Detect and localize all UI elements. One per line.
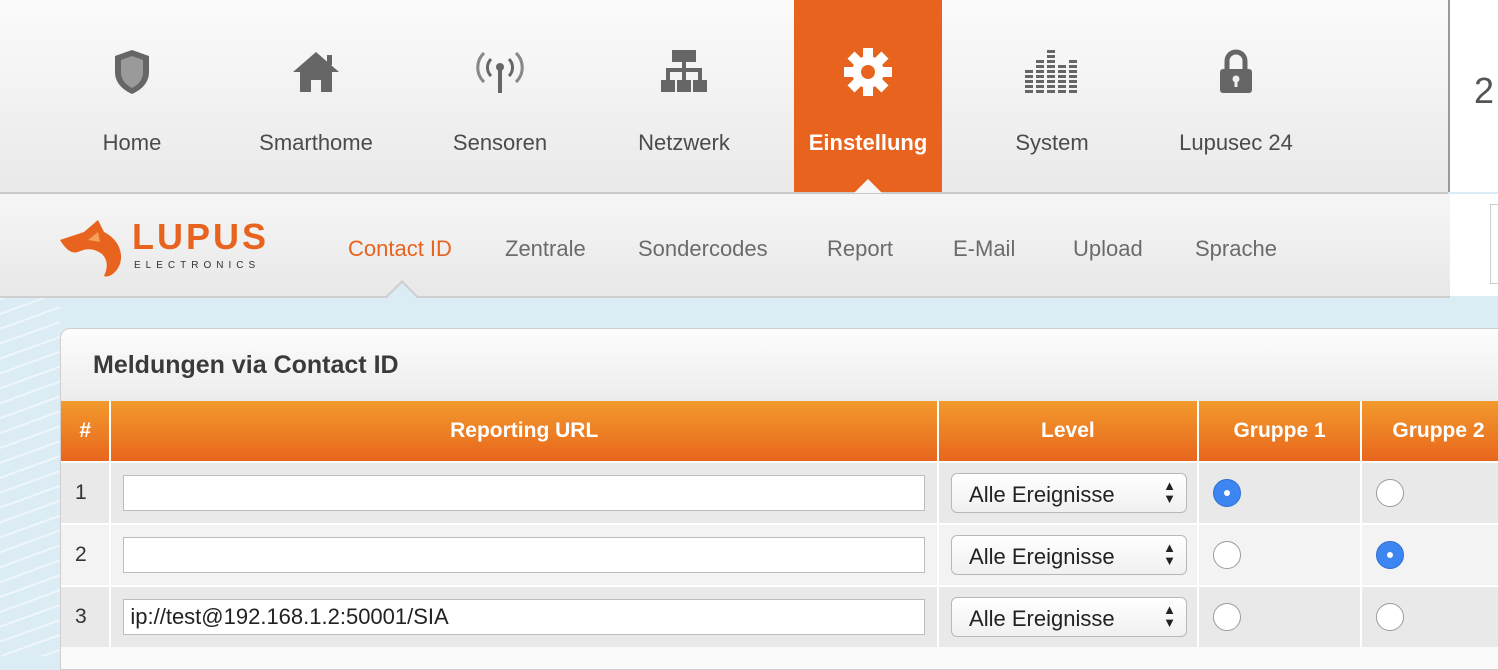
level-cell: Alle Ereignisse ▲ ▼ <box>938 585 1199 647</box>
table-row: 1 Alle Ereignisse ▲ ▼ <box>61 461 1498 524</box>
nav-label-sensoren: Sensoren <box>452 130 548 155</box>
nav-label-system: System <box>1015 130 1089 155</box>
nav-item-smarthome[interactable]: Smarthome <box>242 0 390 192</box>
subnav-contact-id[interactable]: Contact ID <box>348 236 452 262</box>
nav-item-netzwerk[interactable]: Netzwerk <box>610 0 758 192</box>
level-cell: Alle Ereignisse ▲ ▼ <box>938 523 1199 586</box>
column-header-number: # <box>61 401 112 462</box>
nav-label-einstellung: Einstellung <box>808 130 928 155</box>
main-navigation: Home Smarthome Sensoren Netzwerk Einstel… <box>0 0 1448 194</box>
level-select-value: Alle Ereignisse <box>969 482 1115 507</box>
select-arrows-icon: ▲ ▼ <box>1163 478 1177 506</box>
gruppe1-cell <box>1197 461 1363 524</box>
table-row: 3 Alle Ereignisse ▲▼ <box>61 585 1498 647</box>
panel-title: Meldungen via Contact ID <box>93 351 399 379</box>
subnav-sprache[interactable]: Sprache <box>1195 236 1277 262</box>
reporting-url-input[interactable] <box>123 599 926 635</box>
gruppe2-cell <box>1361 585 1498 647</box>
background-decoration <box>0 298 60 656</box>
antenna-icon <box>426 44 574 100</box>
nav-item-home[interactable]: Home <box>58 0 206 192</box>
url-cell <box>110 523 940 586</box>
select-arrows-icon: ▲ ▼ <box>1163 602 1177 630</box>
reporting-url-input[interactable] <box>123 537 926 573</box>
nav-item-lupusec24[interactable]: Lupusec 24 <box>1162 0 1310 192</box>
level-select[interactable]: Alle Ereignisse ▲ ▼ <box>951 597 1188 637</box>
brand-name: LUPUS <box>132 216 270 257</box>
subnav-email[interactable]: E-Mail <box>953 236 1015 262</box>
house-icon <box>242 44 390 100</box>
reporting-url-input[interactable] <box>123 475 926 511</box>
gruppe1-cell <box>1197 523 1363 586</box>
gruppe2-radio[interactable] <box>1376 541 1405 569</box>
nav-label-home: Home <box>102 130 162 155</box>
subnav-report[interactable]: Report <box>827 236 893 262</box>
column-header-gruppe1: Gruppe 1 <box>1197 401 1363 462</box>
gruppe2-radio[interactable] <box>1376 603 1405 631</box>
subnav-sondercodes[interactable]: Sondercodes <box>638 236 768 262</box>
equalizer-icon <box>978 44 1126 100</box>
select-arrows-icon: ▲ ▼ <box>1163 540 1177 568</box>
nav-item-sensoren[interactable]: Sensoren <box>426 0 574 192</box>
gruppe2-cell <box>1361 461 1498 524</box>
side-panel-value: 2 <box>1474 70 1495 111</box>
gruppe1-radio[interactable] <box>1212 479 1241 507</box>
gruppe2-radio[interactable] <box>1376 479 1405 507</box>
column-header-url: Reporting URL <box>110 401 940 462</box>
side-panel-lower <box>1450 194 1498 296</box>
level-select[interactable]: Alle Ereignisse ▲ ▼ <box>951 535 1188 575</box>
level-select-value: Alle Ereignisse <box>969 606 1115 631</box>
row-number: 2 <box>61 523 112 586</box>
gruppe1-radio[interactable] <box>1212 541 1241 569</box>
contact-id-panel: Meldungen via Contact ID # Reporting URL… <box>60 328 1498 670</box>
shield-icon <box>58 44 206 100</box>
panel-header: Meldungen via Contact ID <box>61 329 1498 402</box>
level-select-value: Alle Ereignisse <box>969 544 1115 569</box>
nav-label-lupusec24: Lupusec 24 <box>1179 130 1293 155</box>
nav-item-system[interactable]: System <box>978 0 1126 192</box>
lock-icon <box>1162 44 1310 100</box>
row-number: 1 <box>61 461 112 524</box>
gruppe1-radio[interactable] <box>1212 603 1241 631</box>
url-cell <box>110 585 940 647</box>
column-header-gruppe2: Gruppe 2 <box>1361 401 1498 462</box>
brand-logo[interactable]: LUPUS ELECTRONICS <box>58 214 288 278</box>
row-number: 3 <box>61 585 112 647</box>
brand-subtitle: ELECTRONICS <box>134 260 261 271</box>
nav-label-smarthome: Smarthome <box>259 130 373 155</box>
column-header-level: Level <box>938 401 1199 462</box>
table-row: 2 Alle Ereignisse ▲ ▼ <box>61 523 1498 586</box>
network-icon <box>610 44 758 100</box>
gruppe1-cell <box>1197 585 1363 647</box>
active-indicator <box>854 179 882 193</box>
sub-navigation: LUPUS ELECTRONICS Contact ID Zentrale So… <box>0 194 1450 298</box>
url-cell <box>110 461 940 524</box>
nav-label-netzwerk: Netzwerk <box>638 130 730 155</box>
reporting-table: # Reporting URL Level Gruppe 1 Gruppe 2 … <box>61 401 1498 647</box>
subnav-zentrale[interactable]: Zentrale <box>505 236 586 262</box>
level-cell: Alle Ereignisse ▲ ▼ <box>938 461 1199 524</box>
nav-item-einstellung[interactable]: Einstellung <box>794 0 942 193</box>
fox-logo-icon <box>60 220 122 277</box>
subnav-upload[interactable]: Upload <box>1073 236 1143 262</box>
gear-icon <box>794 44 942 100</box>
subnav-active-indicator <box>386 283 418 299</box>
level-select[interactable]: Alle Ereignisse ▲ ▼ <box>951 473 1188 513</box>
gruppe2-cell <box>1361 523 1498 586</box>
